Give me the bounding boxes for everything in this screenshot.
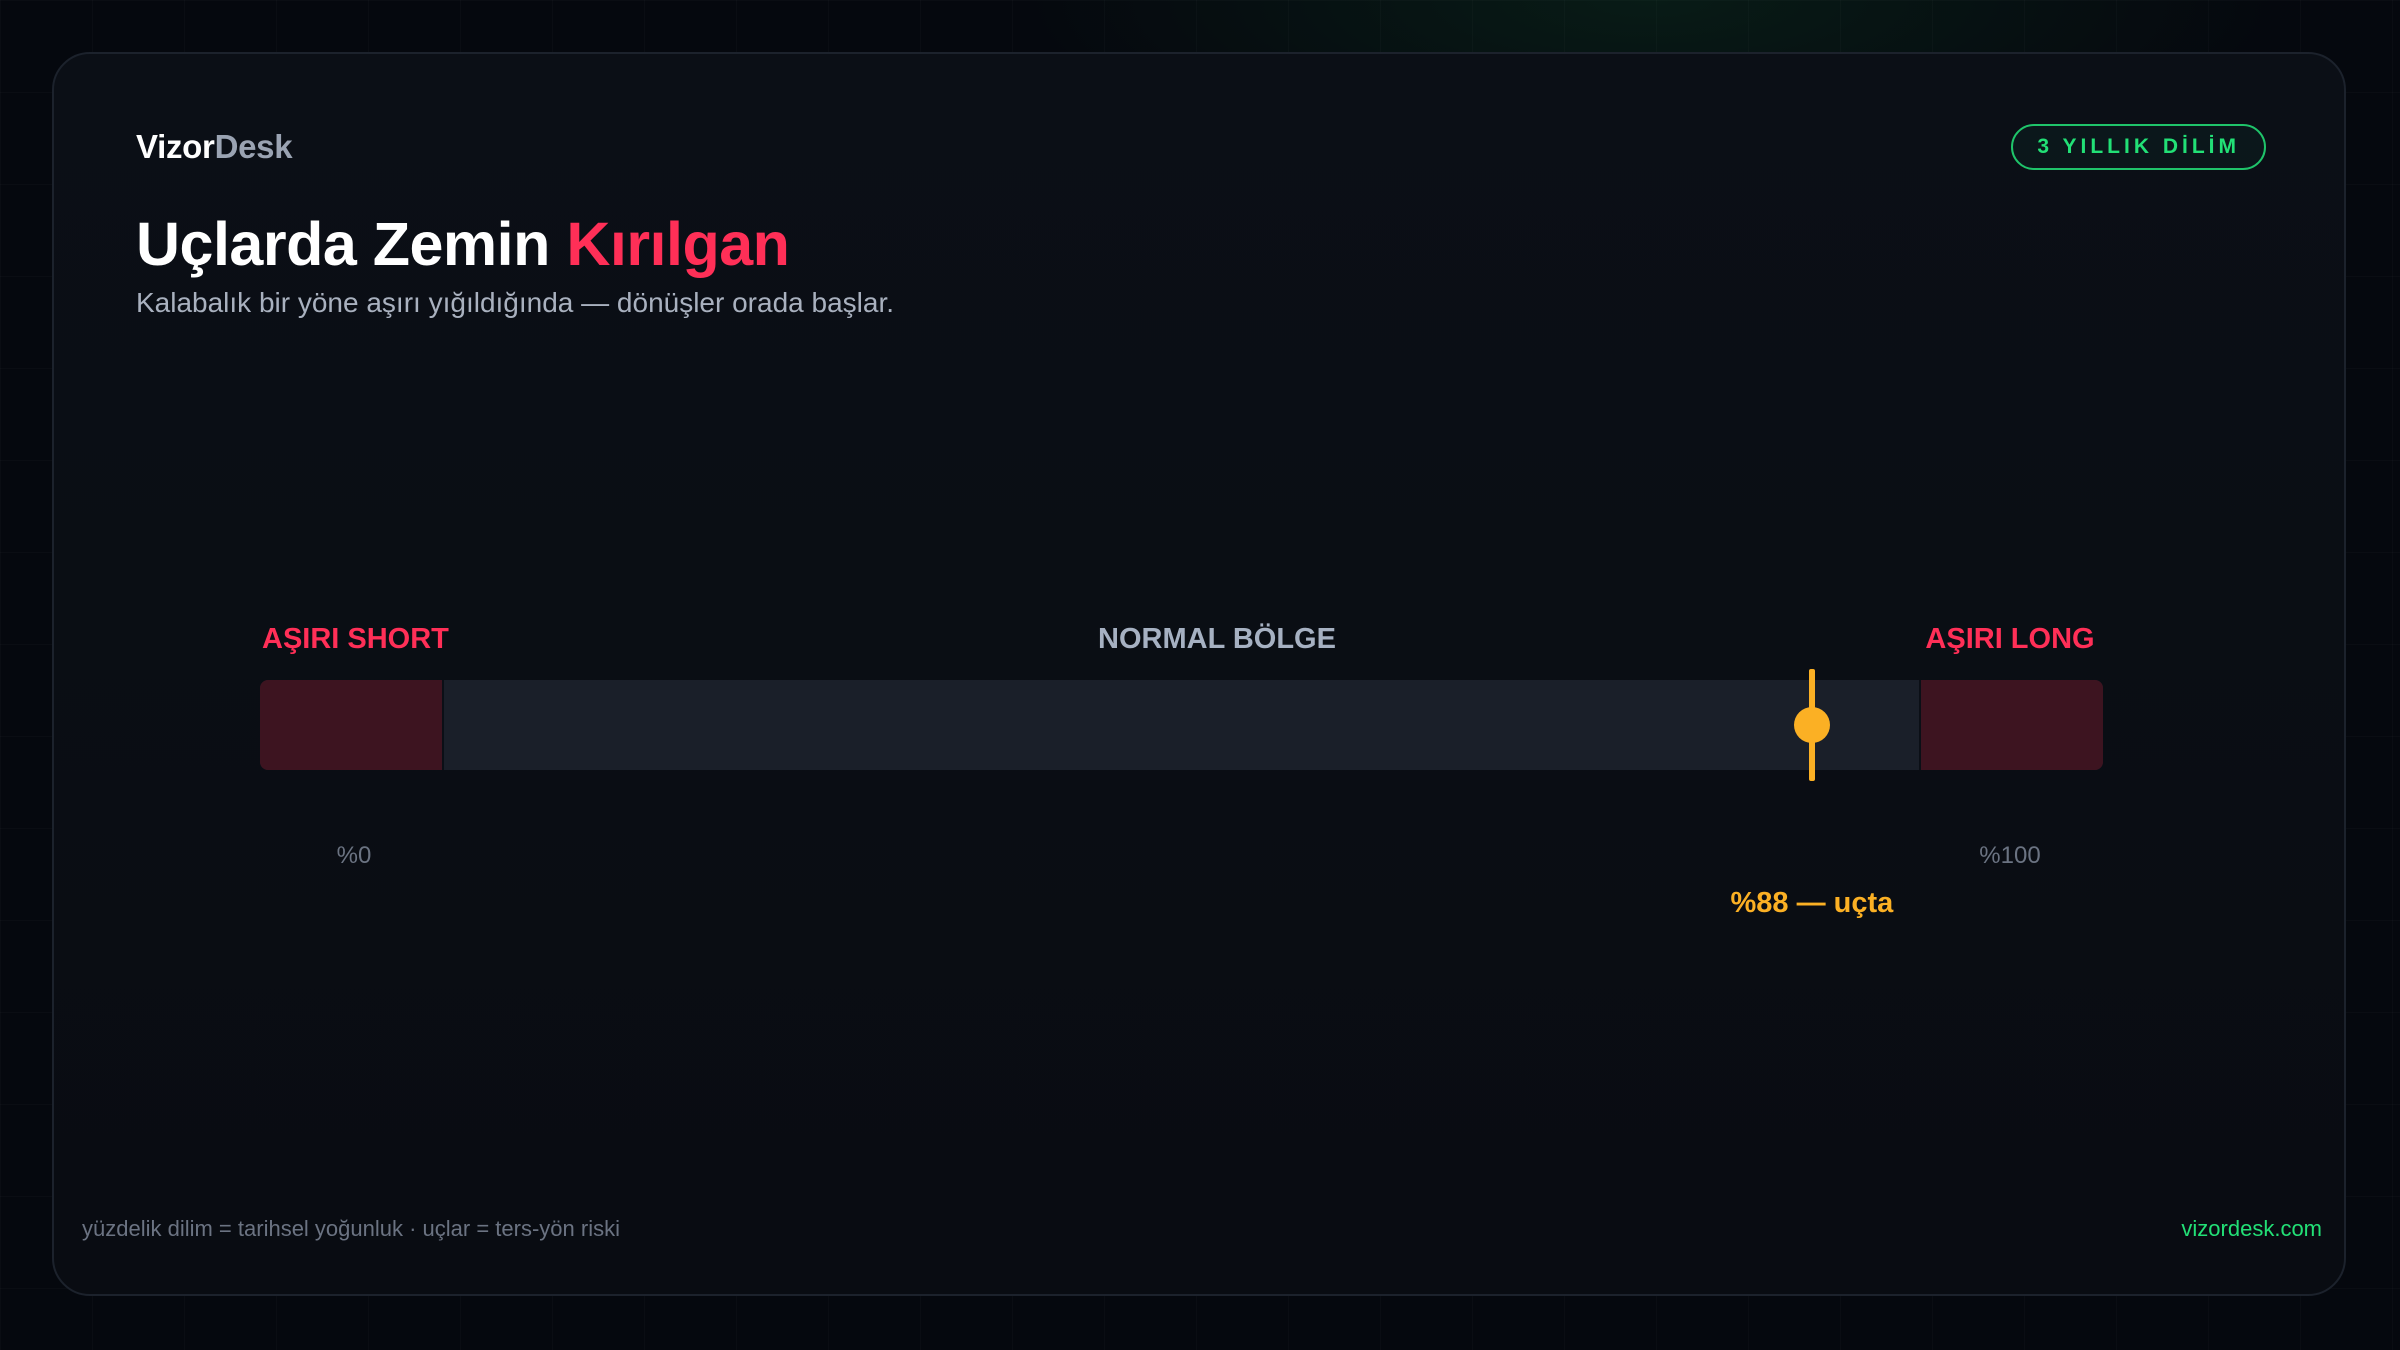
brand-logo: VizorDesk	[136, 128, 293, 166]
title-main: Uçlarda Zemin	[136, 210, 567, 278]
page-title: Uçlarda Zemin Kırılgan	[136, 209, 790, 279]
gauge-marker-dot	[1793, 707, 1830, 743]
tick-max-label: %100	[1979, 842, 2041, 869]
brand-name-secondary: Desk	[214, 128, 293, 165]
footer-site-link[interactable]: vizordesk.com	[2181, 1216, 2322, 1242]
page-background: VizorDesk 3 YILLIK DİLİM Uçlarda Zemin K…	[0, 0, 2400, 1350]
title-accent: Kırılgan	[566, 210, 790, 278]
percentile-gauge	[260, 669, 2103, 781]
zone-label-extreme-short: AŞIRI SHORT	[262, 623, 449, 655]
gauge-readout: %88 — uçta	[1730, 887, 1894, 919]
brand-name-primary: Vizor	[136, 128, 215, 165]
extreme-long-zone	[1919, 680, 2103, 770]
extreme-short-zone	[260, 680, 444, 770]
timeframe-badge: 3 YILLIK DİLİM	[2011, 124, 2266, 170]
tick-min-label: %0	[336, 842, 372, 869]
zone-label-extreme-long: AŞIRI LONG	[1925, 623, 2095, 655]
footer-legend: yüzdelik dilim = tarihsel yoğunluk · uçl…	[82, 1216, 620, 1241]
page-subtitle: Kalabalık bir yöne aşırı yığıldığında — …	[136, 287, 894, 318]
main-card: VizorDesk 3 YILLIK DİLİM Uçlarda Zemin K…	[52, 52, 2346, 1296]
zone-label-normal: NORMAL BÖLGE	[1098, 623, 1336, 655]
